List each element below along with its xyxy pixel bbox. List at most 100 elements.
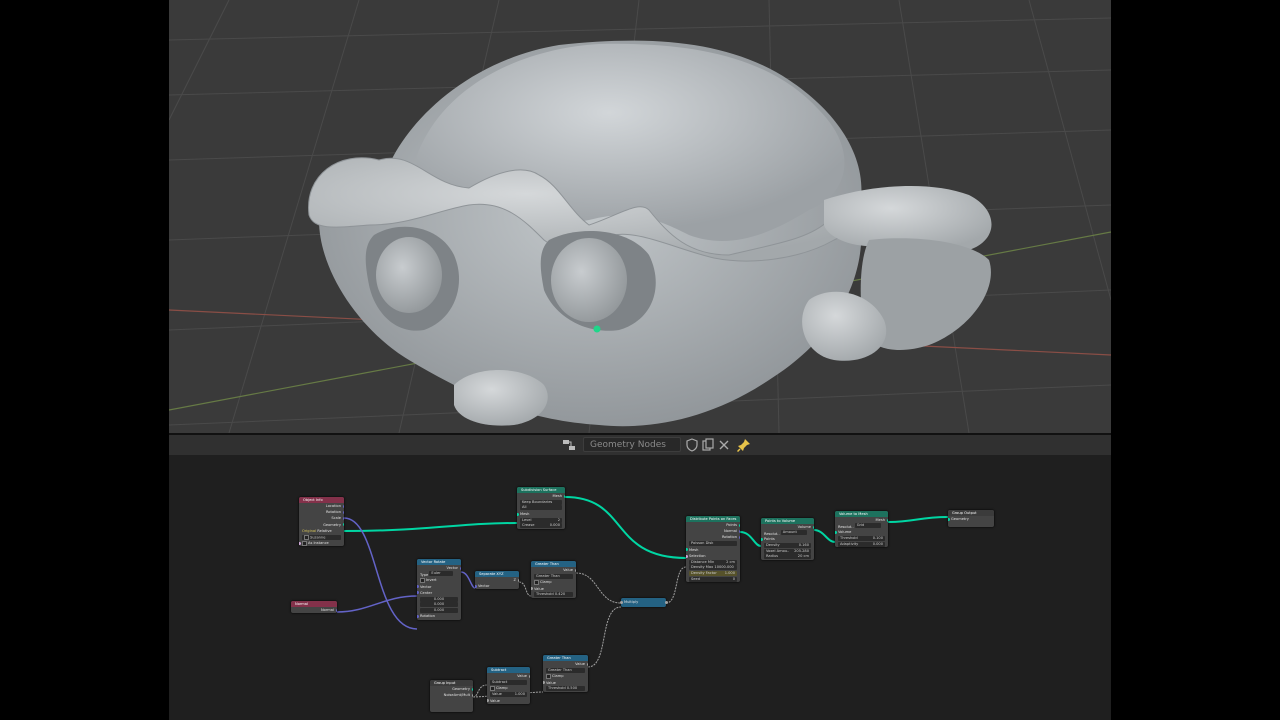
socket[interactable] [835,530,837,534]
socket[interactable] [812,525,814,529]
crease-field[interactable]: Crease 0.000 [520,523,562,529]
separate-xyz-node[interactable]: Separate XYZ Z Vector [475,571,519,590]
density-factor-field[interactable]: Density Factor 1.000 [689,570,737,576]
points-to-volume-node[interactable]: Points to Volume Volume Resolut.. Amount… [761,518,814,560]
density-max-field[interactable]: Density Max 10000.000 [689,565,737,571]
socket[interactable] [886,518,888,522]
greater-than-node-2[interactable]: Greater Than Value Greater Than Clamp Va… [543,655,588,692]
checkbox[interactable] [490,685,495,691]
socket[interactable] [475,584,477,588]
voxel-amount-field[interactable]: Voxel Amou.. 205.280 [764,548,811,554]
socket[interactable] [517,512,519,516]
socket[interactable] [563,494,565,498]
socket[interactable] [487,699,489,703]
socket[interactable] [517,578,519,582]
socket[interactable] [738,535,740,539]
value-field[interactable]: Value 1.000 [490,692,527,698]
socket[interactable] [417,591,419,595]
adaptivity-field[interactable]: Adaptivity 0.000 [838,541,885,547]
socket-label: Vector [446,566,458,570]
checkbox-label: Clamp [552,674,564,679]
threshold-field[interactable]: Threshold 0.100 [838,536,885,542]
socket[interactable] [471,687,473,691]
boundary-dropdown[interactable]: All [520,505,562,511]
node-editor-type-icon[interactable] [562,438,576,452]
socket[interactable] [528,674,530,678]
seed-field[interactable]: Seed 0 [689,576,737,582]
socket[interactable] [948,517,950,521]
node-tree-name-field[interactable]: Geometry Nodes [583,437,681,452]
monkey-mesh [308,40,992,427]
subtract-node[interactable]: Subtract Value Subtract Clamp Value 1.000… [487,667,530,704]
object-field[interactable]: Suzanne [302,534,341,540]
operation-dropdown[interactable]: Subtract [490,679,527,685]
checkbox[interactable] [302,540,307,546]
resolution-dropdown[interactable]: Amount [780,530,807,536]
socket[interactable] [686,548,688,552]
vector-rotate-node[interactable]: Vector Rotate Vector Type Euler Invert V… [417,559,461,620]
3d-viewport[interactable] [169,0,1111,433]
socket[interactable] [738,529,740,533]
center-y-field[interactable]: 0.000 [420,602,458,608]
checkbox[interactable] [546,673,551,679]
type-value[interactable]: Euler [429,571,454,577]
socket[interactable] [664,601,668,604]
socket[interactable] [543,681,545,685]
volume-to-mesh-node[interactable]: Volume to Mesh Mesh Resolut.. Grid Volum… [835,511,888,548]
shield-icon[interactable] [685,438,699,452]
center-x-field[interactable]: 0.000 [420,596,458,602]
uv-smooth-dropdown[interactable]: Keep Boundaries [520,499,562,505]
mode-original[interactable]: Original [302,529,316,533]
distribute-points-node[interactable]: Distribute Points on Faces Points Normal… [686,516,740,583]
socket-label: Vector [478,584,490,589]
socket[interactable] [761,537,763,541]
threshold-field[interactable]: Threshold 0.420 [534,592,573,598]
method-dropdown[interactable]: Poisson Disk [689,541,737,547]
level-field[interactable]: Level 2 [520,517,562,523]
socket[interactable] [619,601,623,604]
socket[interactable] [738,523,740,527]
socket[interactable] [417,614,419,618]
socket[interactable] [335,608,337,612]
group-input-node[interactable]: Group Input Geometry NoiseAmt/Mult [430,680,473,713]
close-icon[interactable] [717,438,731,452]
greater-than-node-1[interactable]: Greater Than Value Greater Than Clamp Va… [531,561,576,598]
center-z-field[interactable]: 0.000 [420,607,458,613]
socket[interactable] [299,541,301,545]
multiply-node[interactable]: Multiply [619,598,668,607]
socket[interactable] [471,693,473,697]
duplicate-icon[interactable] [701,438,715,452]
socket[interactable] [686,554,688,558]
checkbox[interactable] [534,579,539,585]
socket[interactable] [342,516,344,520]
socket[interactable] [459,566,461,570]
group-output-node[interactable]: Group Output Geometry [948,510,994,528]
field-label: Voxel Amou.. [766,548,790,553]
socket[interactable] [574,568,576,572]
transform-mode[interactable]: Original Relative [299,528,344,534]
socket[interactable] [342,523,344,527]
socket[interactable] [586,662,588,666]
socket[interactable] [342,510,344,514]
socket[interactable] [342,504,344,508]
pin-icon[interactable] [737,438,751,452]
socket[interactable] [531,587,533,591]
normal-node[interactable]: Normal Normal [291,601,337,614]
mode-relative[interactable]: Relative [317,529,332,533]
operation-dropdown[interactable]: Greater Than [546,667,585,673]
resolution-dropdown[interactable]: Grid [854,523,881,529]
as-instance-input[interactable]: As Instance [299,540,344,546]
object-info-node[interactable]: Object Info Location Rotation Scale Geom… [299,497,344,547]
clamp-checkbox[interactable]: Clamp [487,685,530,691]
subdivision-surface-node[interactable]: Subdivision Surface Mesh Keep Boundaries… [517,487,565,529]
link-mesh-output [887,516,949,523]
distance-min-field[interactable]: Distance Min 2 cm [689,559,737,565]
node-editor-canvas[interactable]: Object Info Location Rotation Scale Geom… [169,455,1111,720]
density-field[interactable]: Density 0.160 [764,543,811,549]
socket-label: Geometry [323,522,341,527]
threshold-field[interactable]: Threshold 0.500 [546,686,585,692]
socket[interactable] [417,585,419,589]
checkbox[interactable] [420,577,425,583]
operation-dropdown[interactable]: Greater Than [534,573,573,579]
radius-field[interactable]: Radius 20 cm [764,554,811,560]
